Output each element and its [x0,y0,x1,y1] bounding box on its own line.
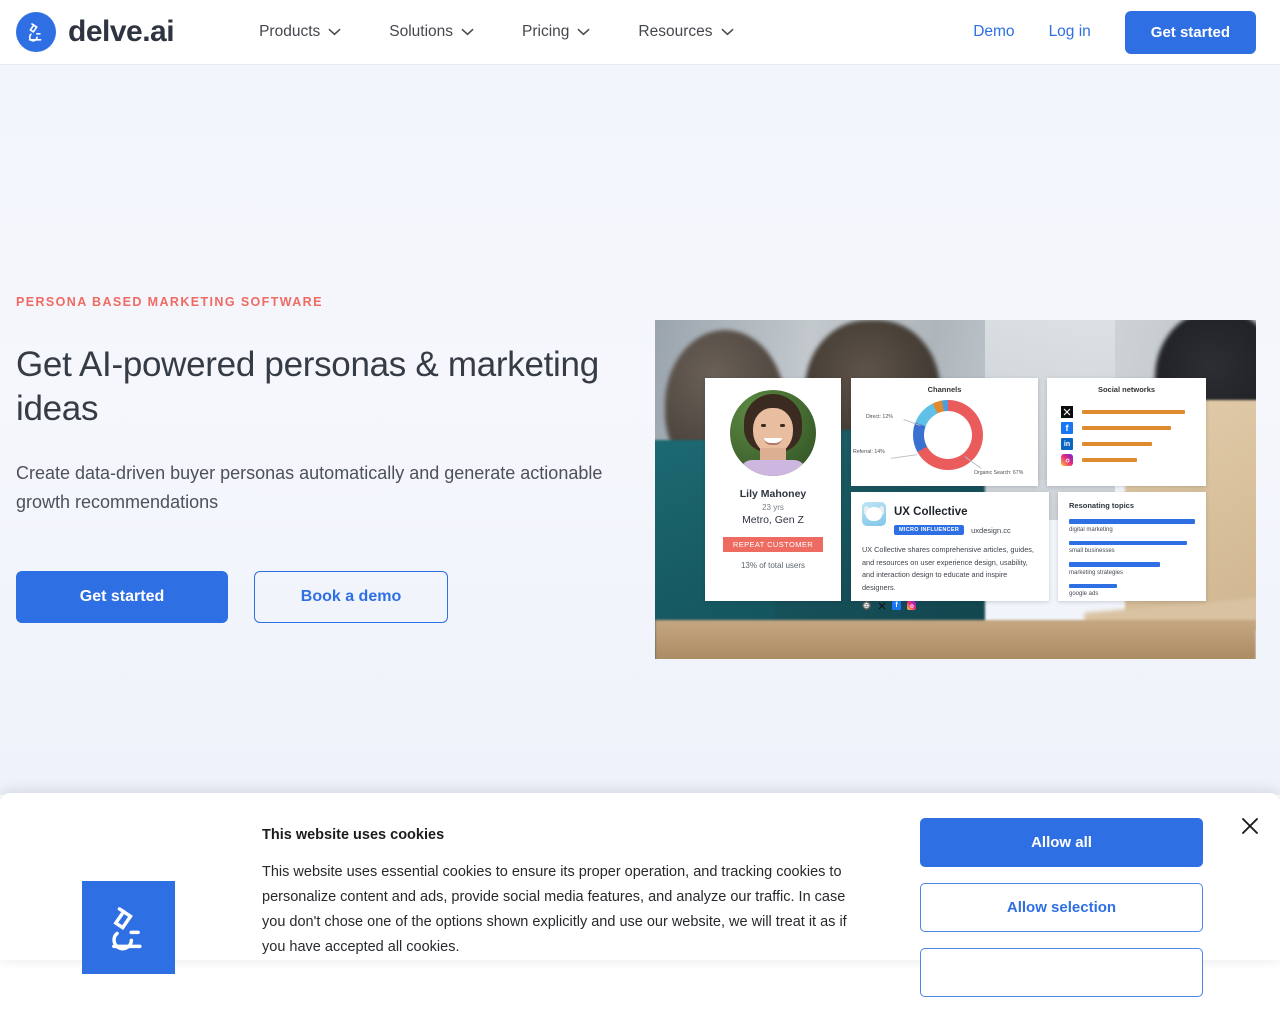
influencer-social-icons: f [862,601,1038,611]
influencer-description: UX Collective shares comprehensive artic… [862,545,1034,592]
chevron-down-icon [577,23,590,41]
x-icon [1061,406,1073,418]
social-row [1061,404,1206,420]
nav-label: Pricing [522,23,570,40]
persona-segment: Metro, Gen Z [742,514,804,526]
brand-name: delve.ai [68,15,175,48]
social-bar [1082,458,1137,462]
get-started-button-hero[interactable]: Get started [16,570,228,623]
nav-actions: Demo Log in Get started [973,10,1256,54]
influencer-name: UX Collective [894,506,968,518]
facebook-icon[interactable]: f [892,601,901,611]
nav-label: Solutions [389,23,454,40]
social-row [1061,452,1206,468]
social-row: in [1061,436,1206,452]
cookie-consent-banner: This website uses cookies This website u… [0,793,1280,997]
hero-cta-group: Get started Book a demo [16,570,626,623]
persona-age: 23 yrs [762,503,784,512]
microscope-icon [16,12,56,52]
nav-label: Resources [638,23,713,40]
social-bar [1082,442,1152,446]
persona-name: Lily Mahoney [739,488,807,500]
nav-links: Products Solutions Pricing Resources [259,23,734,41]
cookie-third-option-button[interactable] [920,948,1203,997]
topic-bar [1069,519,1195,524]
channels-title: Channels [927,385,962,394]
allow-selection-button[interactable]: Allow selection [920,883,1203,932]
topic-bar [1069,583,1117,588]
status-badge: REPEAT CUSTOMER [723,537,823,552]
demo-link[interactable]: Demo [973,23,1014,41]
instagram-icon [1061,454,1073,466]
nav-item-pricing[interactable]: Pricing [522,23,590,41]
donut-ring [913,400,983,470]
social-bar [1082,426,1171,430]
topics-title: Resonating topics [1069,501,1135,510]
get-started-button-nav[interactable]: Get started [1124,10,1256,54]
social-row: f [1061,420,1206,436]
login-link[interactable]: Log in [1049,23,1091,41]
page-title: Get AI-powered personas & marketing idea… [16,345,599,428]
topic-label: marketing strategies [1069,569,1124,576]
channel-label-direct: Direct: 12% [866,414,893,420]
channels-donut-chart: Direct: 12% Referral: 14% Organic Search… [851,394,1038,480]
topic-label: digital marketing [1069,526,1113,533]
cookie-description: This website uses essential cookies to e… [262,864,847,955]
close-icon[interactable] [1238,814,1262,838]
cookie-actions: Allow all Allow selection [920,818,1203,1013]
nav-item-solutions[interactable]: Solutions [389,23,474,41]
chevron-down-icon [720,23,734,41]
hero-subtitle: Create data-driven buyer personas automa… [16,462,603,512]
social-bar [1082,410,1185,414]
x-icon[interactable] [877,601,886,610]
channel-label-referral: Referral: 14% [853,449,885,455]
persona-card[interactable]: Lily Mahoney 23 yrs Metro, Gen Z REPEAT … [705,378,841,601]
linkedin-icon: in [1061,438,1073,450]
cookie-title: This website uses cookies [262,827,445,843]
influencer-card[interactable]: UX Collective MICRO INFLUENCER uxdesign.… [851,492,1049,611]
influencer-url[interactable]: uxdesign.cc [971,526,1011,535]
facebook-icon: f [1061,422,1073,434]
chevron-down-icon [328,23,341,41]
nav-item-products[interactable]: Products [259,23,341,41]
resonating-topics-card[interactable]: Resonating topics digital marketing smal… [1058,492,1206,601]
topic-bar [1069,540,1188,545]
chevron-down-icon [461,23,474,41]
microscope-icon [82,881,175,974]
book-demo-button[interactable]: Book a demo [254,570,448,623]
brand-logo[interactable]: delve.ai [16,12,175,52]
cookie-text-block: This website uses cookies This website u… [262,827,862,960]
nav-item-resources[interactable]: Resources [638,23,734,41]
influencer-header: UX Collective MICRO INFLUENCER uxdesign.… [862,502,1038,535]
globe-icon[interactable] [862,601,871,611]
hero-copy: PERSONA BASED MARKETING SOFTWARE Get AI-… [16,295,626,623]
persona-share: 13% of total users [740,561,806,570]
channels-chart-card[interactable]: Channels Direct: 12% Referral: 14% Organ… [851,378,1038,486]
influencer-tag: MICRO INFLUENCER [894,525,965,535]
topic-bar [1069,562,1160,567]
topic-label: google ads [1069,591,1099,597]
top-navbar: delve.ai Products Solutions Pricing Reso… [0,0,1280,65]
influencer-avatar-icon [862,502,886,526]
influencer-meta: MICRO INFLUENCER uxdesign.cc [894,525,1038,535]
channel-label-organic: Organic Search: 67% [974,470,1024,476]
social-networks-card[interactable]: Social networks f in [1047,378,1206,486]
nav-label: Products [259,23,321,40]
topic-label: small businesses [1069,548,1115,554]
hero-product-showcase: Lily Mahoney 23 yrs Metro, Gen Z REPEAT … [655,320,1256,659]
instagram-icon[interactable] [907,601,916,611]
hero-eyebrow: PERSONA BASED MARKETING SOFTWARE [16,295,323,309]
hero-section: PERSONA BASED MARKETING SOFTWARE Get AI-… [0,65,1280,795]
avatar [730,390,816,476]
social-title: Social networks [1097,385,1156,394]
allow-all-button[interactable]: Allow all [920,818,1203,867]
